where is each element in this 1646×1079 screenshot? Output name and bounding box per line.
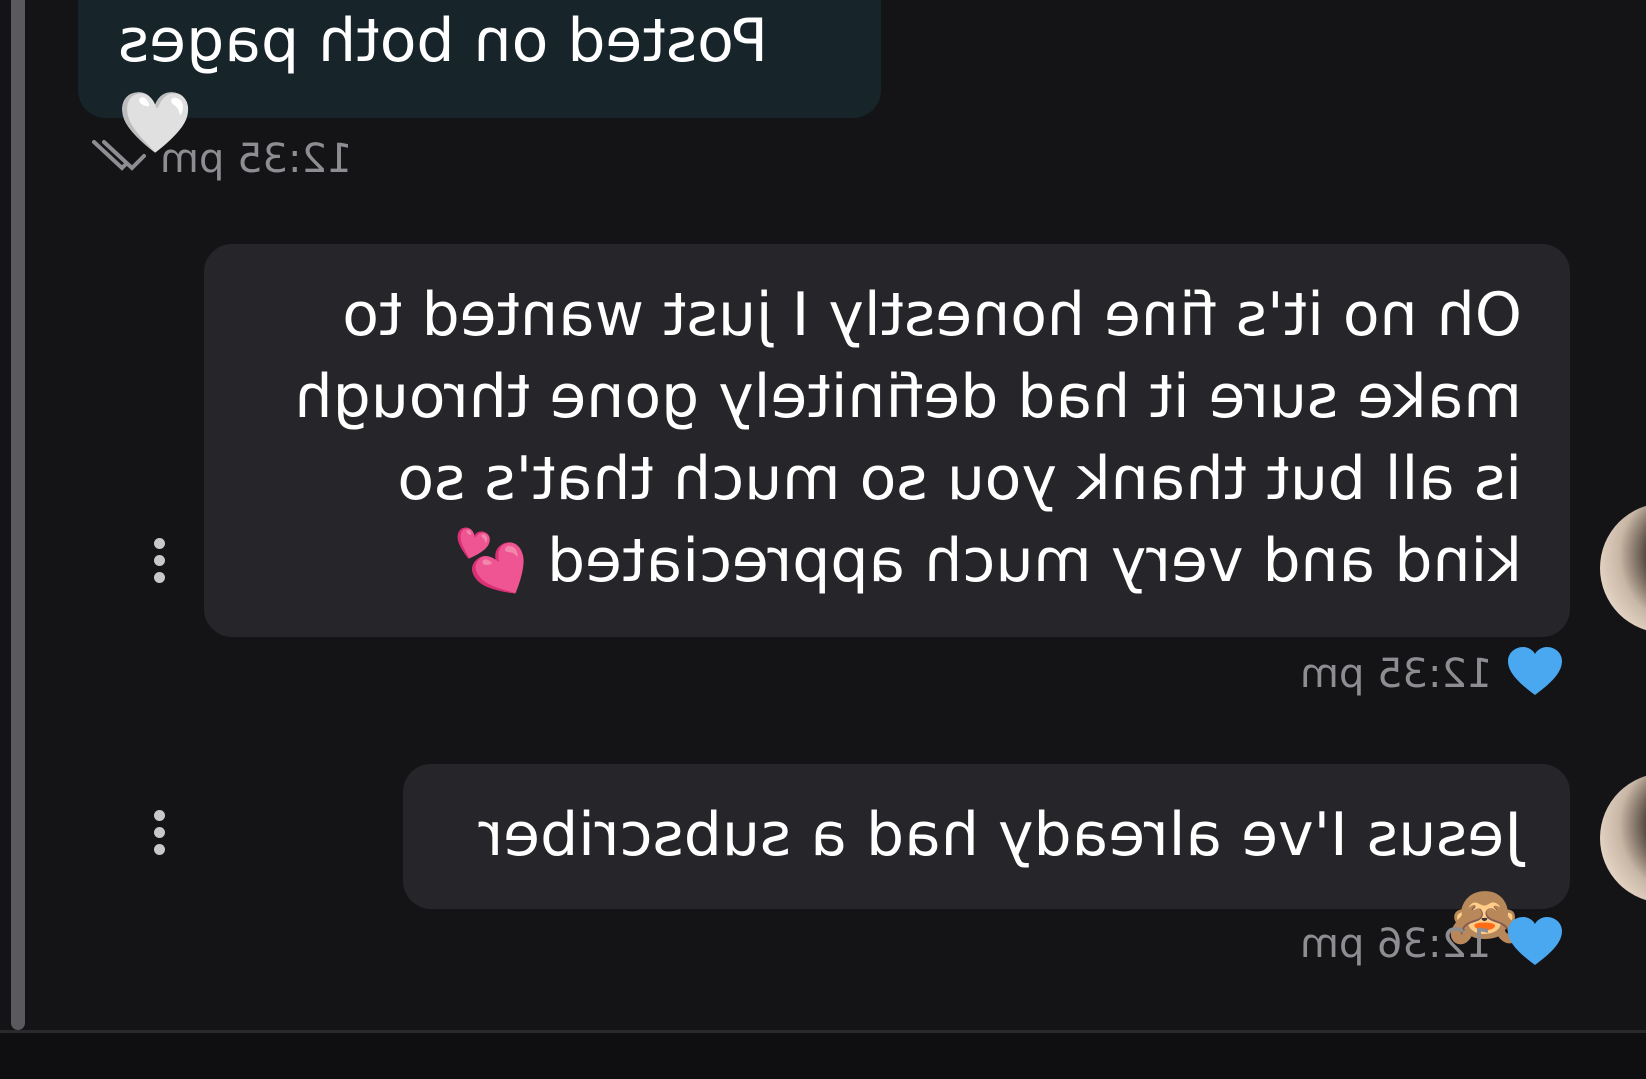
- more-options-icon[interactable]: [154, 538, 166, 584]
- message-bubble-received[interactable]: Oh no it's fine honestly I just wanted t…: [204, 244, 1570, 637]
- message-bubble-sent[interactable]: Posted on both pages 🤍: [78, 0, 881, 158]
- message-timestamp: 12:36 pm: [1300, 921, 1493, 967]
- message-timestamp: 12:35 pm: [1300, 651, 1493, 697]
- heart-icon[interactable]: [1506, 915, 1564, 969]
- heart-icon[interactable]: [1506, 645, 1564, 699]
- message-timestamp: 12:35 pm: [160, 136, 353, 182]
- more-options-icon[interactable]: [154, 810, 166, 856]
- message-text: Oh no it's fine honestly I just wanted t…: [294, 280, 1522, 596]
- avatar[interactable]: [1600, 773, 1646, 903]
- input-bar[interactable]: [0, 1030, 1646, 1079]
- scrollbar[interactable]: [11, 0, 25, 1030]
- chat-screen: Posted on both pages 🤍 12:35 pm Oh no it…: [0, 0, 1646, 1079]
- message-bubble-received[interactable]: Jesus I've already had a subscriber 🙈: [403, 764, 1570, 952]
- two-hearts-emoji: 💕: [453, 526, 528, 596]
- avatar[interactable]: [1600, 503, 1646, 633]
- double-check-icon: [92, 140, 146, 171]
